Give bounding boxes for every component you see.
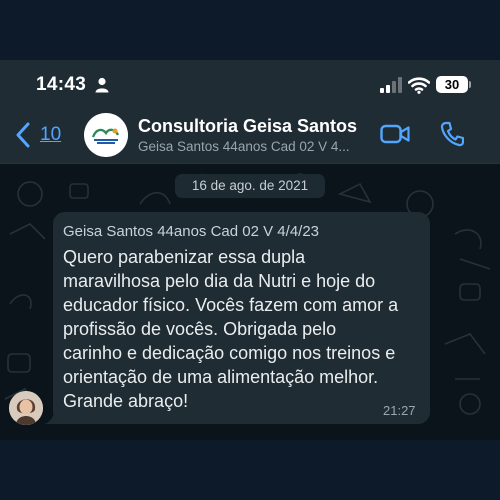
- outer-frame-top: [0, 0, 500, 60]
- status-time: 14:43: [36, 74, 87, 95]
- group-avatar[interactable]: [84, 113, 128, 157]
- message-line: Grande abraço!: [63, 391, 189, 411]
- phone-screen: 14:43 30 10 Consultoria Geisa Santos Gei…: [0, 60, 500, 440]
- sender-avatar[interactable]: [9, 391, 43, 425]
- message-line: orientação de uma alimentação melhor.: [63, 367, 379, 387]
- voice-call-icon[interactable]: [440, 121, 464, 147]
- person-icon: [95, 77, 109, 93]
- date-separator: 16 de ago. de 2021: [175, 174, 325, 198]
- unread-count-link[interactable]: 10: [40, 124, 61, 146]
- message-line: maravilhosa pelo dia da Nutri e hoje do: [63, 271, 376, 291]
- group-logo-icon: [84, 113, 128, 157]
- message-line: educador físico. Vocês fazem com amor a: [63, 295, 399, 315]
- contact-name[interactable]: Consultoria Geisa Santos: [138, 116, 357, 137]
- message-line: carinho e dedicação comigo nos treinos e: [63, 343, 396, 363]
- status-bar: 14:43 30: [0, 60, 500, 106]
- message-line: Quero parabenizar essa dupla: [63, 247, 306, 267]
- video-call-icon[interactable]: [380, 123, 410, 145]
- signal-icon: [380, 77, 402, 93]
- outer-frame-bottom: [0, 440, 500, 500]
- battery-tip: [469, 81, 471, 88]
- wifi-icon: [408, 77, 430, 94]
- back-chevron-icon[interactable]: [14, 122, 32, 148]
- message-line: profissão de vocês. Obrigada pelo: [63, 319, 337, 339]
- message-timestamp: 21:27: [383, 403, 416, 418]
- sender-photo-icon: [9, 391, 43, 425]
- contact-subtitle[interactable]: Geisa Santos 44anos Cad 02 V 4...: [138, 139, 350, 154]
- battery-icon: 30: [436, 76, 468, 93]
- chat-header: 10 Consultoria Geisa Santos Geisa Santos…: [0, 106, 500, 164]
- message-sender[interactable]: Geisa Santos 44anos Cad 02 V 4/4/23: [63, 223, 319, 240]
